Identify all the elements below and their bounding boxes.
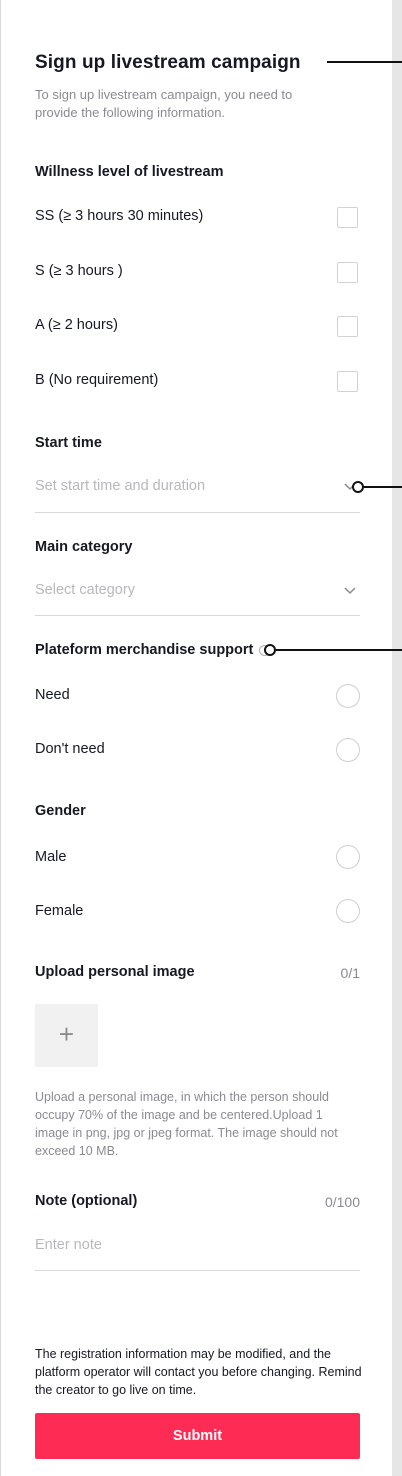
note-underline — [35, 1270, 360, 1271]
willness-option-label: S (≥ 3 hours ) — [35, 263, 123, 279]
annotation-line-title — [327, 61, 402, 63]
willness-b-checkbox[interactable] — [337, 371, 358, 392]
annotation-dot-merch — [264, 644, 276, 656]
merch-dont-need-radio[interactable] — [336, 738, 360, 762]
willness-label: Willness level of livestream — [35, 164, 224, 180]
annotation-line-start-time — [364, 486, 402, 488]
start-time-select[interactable]: Set start time and duration — [35, 478, 335, 494]
start-time-underline — [35, 512, 360, 513]
upload-label: Upload personal image — [35, 964, 195, 980]
frame-right-border — [392, 0, 402, 1476]
annotation-dot-start-time — [352, 481, 364, 493]
page-description: To sign up livestream campaign, you need… — [35, 87, 293, 120]
chevron-down-icon — [344, 587, 356, 595]
start-time-label: Start time — [35, 435, 102, 451]
willness-option-label: A (≥ 2 hours) — [35, 317, 118, 333]
merch-option-label: Don't need — [35, 741, 105, 757]
page-title: Sign up livestream campaign — [35, 52, 301, 73]
upload-counter: 0/1 — [340, 965, 360, 981]
willness-ss-checkbox[interactable] — [337, 207, 358, 228]
submit-button[interactable]: Submit — [35, 1413, 360, 1459]
merch-need-radio[interactable] — [336, 684, 360, 708]
annotation-line-merch — [276, 649, 402, 651]
gender-label: Gender — [35, 803, 86, 819]
merch-label: Plateform merchandise support — [35, 642, 254, 658]
footer-notice: The registration information may be modi… — [35, 1347, 362, 1397]
note-input[interactable]: Enter note — [35, 1237, 355, 1253]
category-label: Main category — [35, 539, 133, 555]
note-counter: 0/100 — [324, 1194, 360, 1210]
plus-icon: + — [58, 1019, 75, 1049]
gender-female-radio[interactable] — [336, 899, 360, 923]
gender-male-radio[interactable] — [336, 845, 360, 869]
willness-option-label: B (No requirement) — [35, 372, 159, 388]
upload-image-button[interactable]: + — [35, 1004, 98, 1067]
willness-a-checkbox[interactable] — [337, 316, 358, 337]
merch-option-label: Need — [35, 687, 70, 703]
gender-option-label: Female — [35, 903, 84, 919]
willness-option-label: SS (≥ 3 hours 30 minutes) — [35, 208, 204, 224]
category-select[interactable]: Select category — [35, 582, 335, 598]
note-label: Note (optional) — [35, 1193, 138, 1209]
gender-option-label: Male — [35, 849, 67, 865]
frame-left-border — [0, 0, 1, 1476]
category-underline — [35, 615, 360, 616]
willness-s-checkbox[interactable] — [337, 262, 358, 283]
upload-hint: Upload a personal image, in which the pe… — [35, 1090, 338, 1158]
